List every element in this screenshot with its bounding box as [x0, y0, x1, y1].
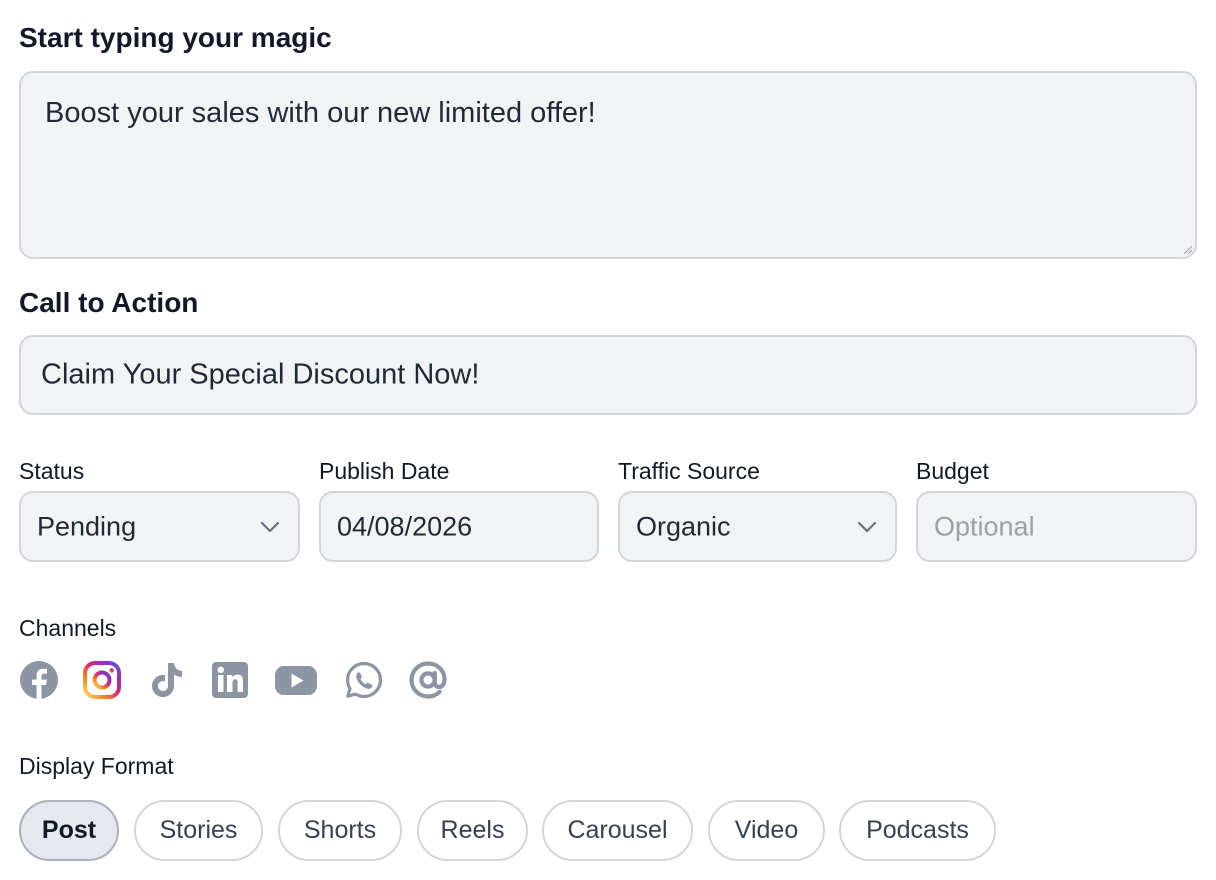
channels-label: Channels — [19, 615, 117, 641]
format-carousel-pill[interactable]: Carousel — [542, 800, 693, 861]
linkedin-icon[interactable] — [210, 660, 250, 700]
status-select[interactable]: Pending — [19, 491, 300, 562]
tiktok-icon[interactable] — [147, 660, 187, 700]
message-text: Boost your sales with our new limited of… — [45, 97, 596, 129]
format-stories-pill[interactable]: Stories — [134, 800, 263, 861]
cta-text: Claim Your Special Discount Now! — [41, 358, 480, 391]
format-reels-pill[interactable]: Reels — [417, 800, 528, 861]
format-post-pill[interactable]: Post — [19, 800, 119, 861]
status-label: Status — [19, 458, 85, 484]
cta-label: Call to Action — [19, 287, 199, 318]
message-label: Start typing your magic — [19, 22, 332, 53]
chevron-down-icon — [260, 521, 280, 532]
whatsapp-icon[interactable] — [344, 660, 384, 700]
format-shorts-pill[interactable]: Shorts — [278, 800, 402, 861]
publish-date-label: Publish Date — [319, 458, 450, 484]
status-value: Pending — [37, 511, 137, 541]
budget-input[interactable]: Optional — [916, 491, 1197, 562]
youtube-icon[interactable] — [274, 660, 318, 700]
resize-handle-icon[interactable] — [1182, 244, 1192, 254]
chevron-down-icon — [857, 521, 877, 532]
display-format-label: Display Format — [19, 753, 174, 779]
instagram-icon[interactable] — [82, 660, 122, 700]
budget-label: Budget — [916, 458, 989, 484]
threads-icon[interactable] — [408, 660, 448, 700]
traffic-source-select[interactable]: Organic — [618, 491, 897, 562]
facebook-icon[interactable] — [19, 660, 59, 700]
traffic-source-label: Traffic Source — [618, 458, 760, 484]
format-video-pill[interactable]: Video — [708, 800, 825, 861]
message-textarea[interactable]: Boost your sales with our new limited of… — [19, 71, 1197, 259]
publish-date-input[interactable]: 04/08/2026 — [319, 491, 599, 562]
budget-placeholder: Optional — [934, 511, 1035, 541]
traffic-source-value: Organic — [636, 511, 731, 541]
format-podcasts-pill[interactable]: Podcasts — [839, 800, 996, 861]
publish-date-value: 04/08/2026 — [337, 511, 473, 541]
cta-input[interactable]: Claim Your Special Discount Now! — [19, 335, 1197, 415]
